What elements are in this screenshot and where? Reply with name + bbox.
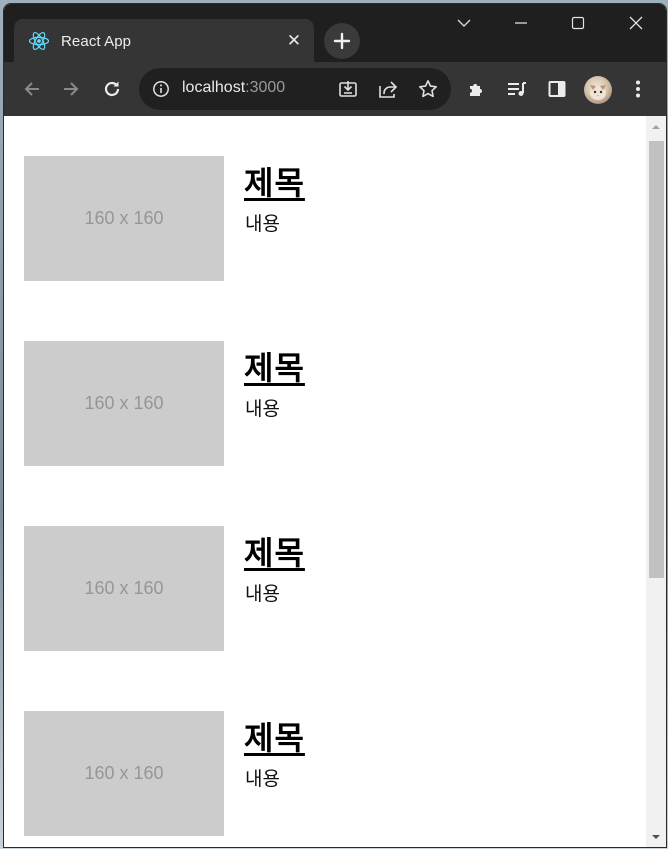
maximize-button[interactable] — [556, 8, 600, 38]
scroll-thumb[interactable] — [649, 141, 664, 578]
vertical-scrollbar[interactable] — [646, 116, 666, 847]
item-body: 내용 — [245, 213, 280, 235]
kebab-menu-icon — [636, 80, 640, 98]
minimize-icon — [515, 22, 527, 24]
item-title-link[interactable]: 제목 — [244, 343, 305, 389]
item-body: 내용 — [245, 583, 280, 605]
scroll-down-icon[interactable] — [646, 828, 666, 846]
item-body: 내용 — [245, 398, 280, 420]
tab-strip: React App ✕ — [4, 4, 666, 63]
tab-title: React App — [61, 32, 132, 50]
avatar[interactable] — [584, 76, 612, 104]
maximize-icon — [571, 16, 585, 30]
list-item: 160 x 160 제목 내용 — [24, 156, 624, 281]
scroll-up-icon[interactable] — [646, 118, 666, 136]
tab-react-app[interactable]: React App ✕ — [14, 19, 314, 63]
item-title-link[interactable]: 제목 — [244, 158, 305, 204]
forward-button[interactable] — [55, 73, 87, 105]
url-host: localhost — [182, 79, 246, 96]
item-title-link[interactable]: 제목 — [244, 528, 305, 574]
close-icon — [629, 16, 643, 30]
reload-button[interactable] — [96, 73, 128, 105]
arrow-left-icon — [24, 82, 39, 96]
plus-icon — [333, 32, 351, 50]
url-port: :3000 — [245, 79, 286, 96]
page-viewport: 160 x 160 제목 내용 160 x 160 제목 내용 160 x 16… — [4, 116, 666, 847]
chevron-down-icon — [457, 19, 471, 27]
side-panel-icon — [548, 81, 566, 97]
minimize-button[interactable] — [499, 8, 543, 38]
placeholder-image: 160 x 160 — [24, 711, 224, 836]
url-text[interactable]: localhost:3000 — [182, 79, 285, 97]
info-icon[interactable] — [151, 79, 171, 99]
list-item: 160 x 160 제목 내용 — [24, 526, 624, 651]
reload-icon — [104, 81, 120, 97]
browser-toolbar: localhost:3000 — [4, 62, 666, 116]
puzzle-icon — [470, 84, 482, 96]
close-window-button[interactable] — [614, 8, 658, 38]
browser-window: React App ✕ localhost:3000 160 x 160 제목 … — [4, 4, 666, 847]
list-item: 160 x 160 제목 내용 — [24, 341, 624, 466]
react-logo-icon — [28, 30, 50, 52]
placeholder-image: 160 x 160 — [24, 341, 224, 466]
playlist-icon — [508, 82, 526, 96]
media-button[interactable] — [501, 73, 533, 105]
placeholder-image: 160 x 160 — [24, 526, 224, 651]
tab-close-icon[interactable]: ✕ — [284, 31, 304, 51]
new-tab-button[interactable] — [324, 23, 360, 59]
share-icon[interactable] — [377, 78, 399, 100]
side-panel-button[interactable] — [541, 73, 573, 105]
address-bar[interactable]: localhost:3000 — [139, 68, 451, 110]
arrow-right-icon — [64, 82, 79, 96]
extensions-button[interactable] — [461, 73, 493, 105]
menu-button[interactable] — [622, 73, 654, 105]
item-body: 내용 — [245, 768, 280, 790]
star-icon[interactable] — [417, 78, 439, 100]
install-icon[interactable] — [337, 78, 359, 100]
list-item: 160 x 160 제목 내용 — [24, 711, 624, 836]
tab-search-button[interactable] — [442, 8, 486, 38]
back-button[interactable] — [16, 73, 48, 105]
placeholder-image: 160 x 160 — [24, 156, 224, 281]
item-title-link[interactable]: 제목 — [244, 713, 305, 759]
